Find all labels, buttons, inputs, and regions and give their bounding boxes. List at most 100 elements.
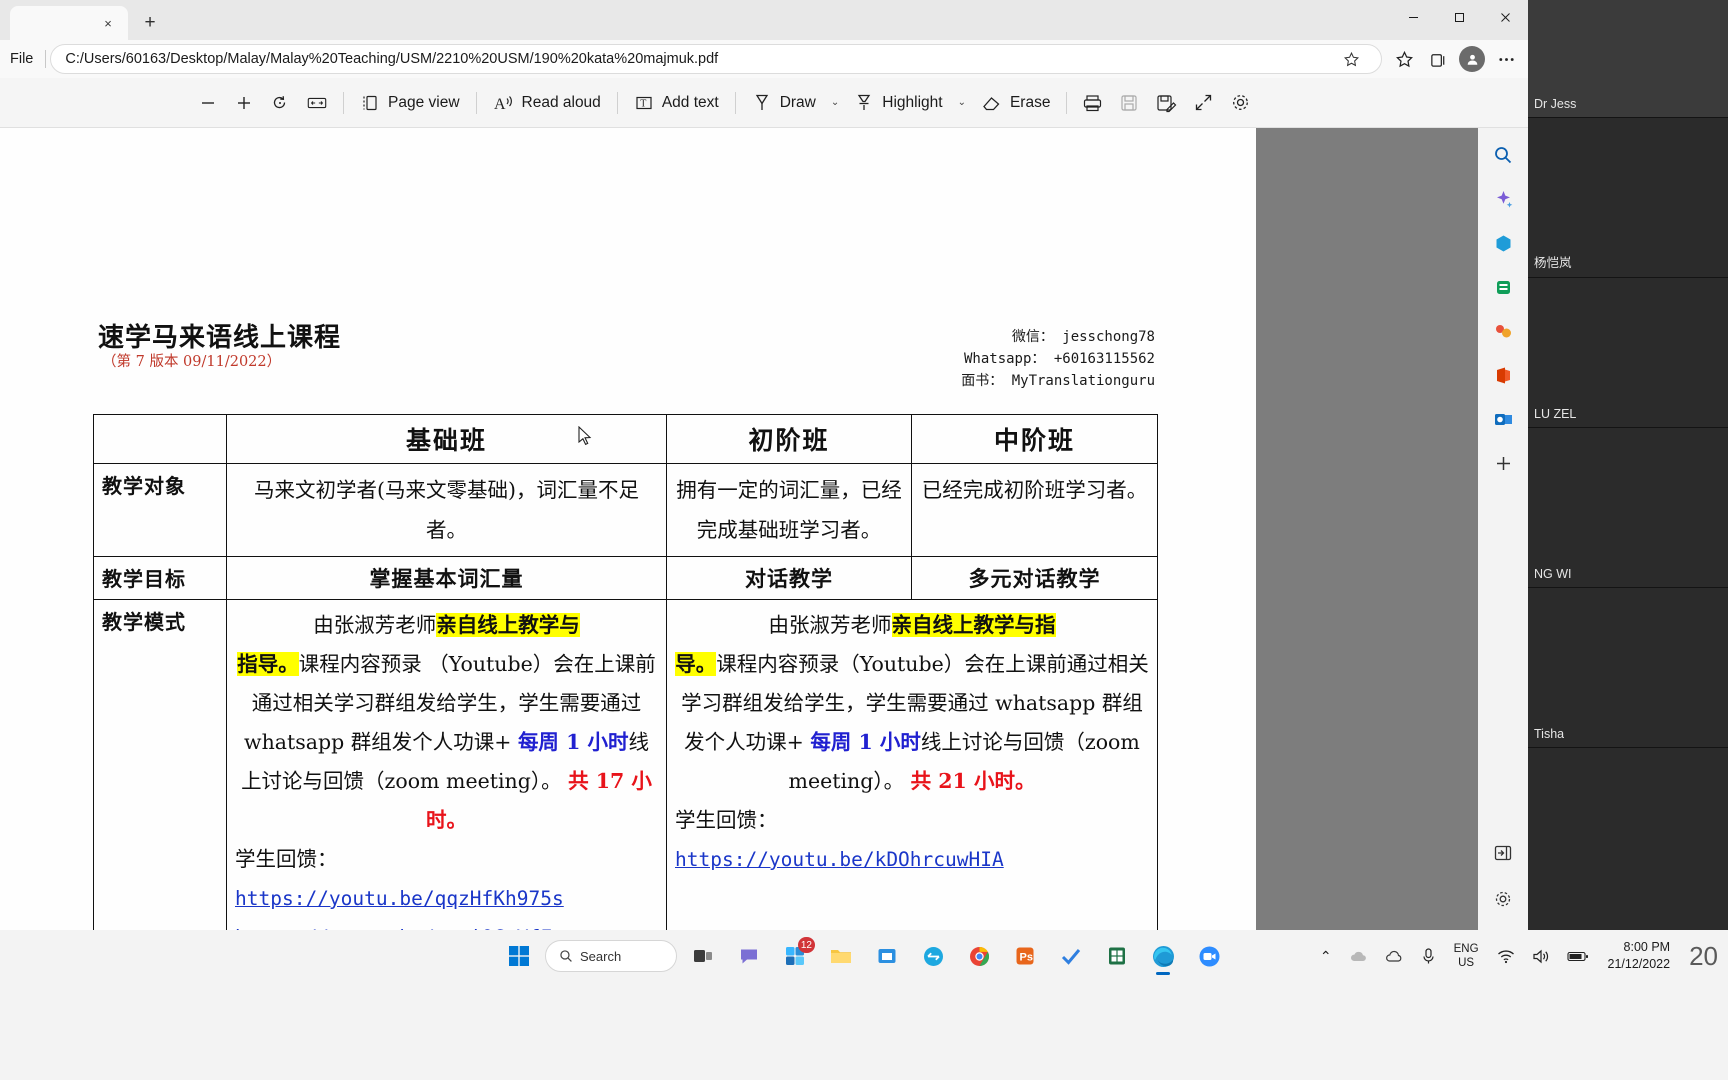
- zoom-in-button[interactable]: [226, 86, 262, 120]
- rail-settings-icon[interactable]: [1486, 882, 1520, 916]
- mode-basic-part2: 课程内容预录: [298, 652, 422, 676]
- document-title: 速学马来语线上课程: [98, 323, 342, 353]
- language-indicator[interactable]: ENG US: [1449, 940, 1484, 972]
- favorites-icon[interactable]: [1388, 44, 1420, 74]
- profile-avatar-icon[interactable]: [1456, 44, 1488, 74]
- sidebar-toggle-icon[interactable]: [1486, 836, 1520, 870]
- toolbar-divider: [475, 91, 477, 114]
- fullscreen-icon[interactable]: [1185, 86, 1222, 120]
- browser-tab[interactable]: ×: [10, 6, 128, 40]
- tray-chevron-up-icon[interactable]: ⌃: [1316, 945, 1336, 968]
- save-icon[interactable]: [1111, 86, 1147, 120]
- highlight-button[interactable]: Highlight: [845, 86, 951, 120]
- erase-button[interactable]: Erase: [972, 86, 1060, 120]
- participant-name: LU ZEL: [1534, 407, 1577, 421]
- search-input[interactable]: Search: [545, 940, 677, 972]
- read-aloud-button[interactable]: A Read aloud: [484, 86, 610, 120]
- store-icon[interactable]: [867, 936, 907, 976]
- participant-tile[interactable]: 杨恺岚: [1528, 118, 1728, 278]
- copilot-icon[interactable]: [1486, 182, 1520, 216]
- task-view-icon[interactable]: [683, 936, 723, 976]
- new-tab-icon[interactable]: +: [134, 8, 166, 38]
- participant-tile[interactable]: Dr Jess: [1528, 0, 1728, 118]
- participant-name: NG WI: [1534, 567, 1572, 581]
- collections-icon[interactable]: [1422, 44, 1454, 74]
- draw-button[interactable]: Draw: [743, 86, 825, 120]
- mode-merged-highlight1: 亲自线上教学与指: [891, 613, 1056, 637]
- participant-name: Tisha: [1534, 727, 1565, 741]
- edge-dev-icon[interactable]: [913, 936, 953, 976]
- url-text: C:/Users/60163/Desktop/Malay/Malay%20Tea…: [65, 51, 719, 67]
- battery-icon[interactable]: [1563, 947, 1593, 966]
- participant-tile[interactable]: NG WI: [1528, 428, 1728, 588]
- file-explorer-icon[interactable]: [821, 936, 861, 976]
- microphone-icon[interactable]: [1417, 944, 1440, 968]
- windows-start-icon[interactable]: [499, 936, 539, 976]
- photoshop-icon[interactable]: Ps: [1005, 936, 1045, 976]
- svg-text:T: T: [640, 98, 646, 109]
- chrome-icon[interactable]: [959, 936, 999, 976]
- row-label-mode: 教学模式: [93, 599, 227, 930]
- cell-goal-basic: 掌握基本词汇量: [226, 556, 667, 600]
- collections-icon[interactable]: [1486, 270, 1520, 304]
- whatsapp-contact: Whatsapp： +60163115562: [963, 351, 1155, 367]
- checkmark-app-icon[interactable]: [1051, 936, 1091, 976]
- highlight-chevron-down-icon[interactable]: ⌄: [952, 97, 972, 108]
- mode-merged-part1: 由张淑芳老师: [768, 613, 892, 637]
- participant-tile[interactable]: [1528, 748, 1728, 930]
- add-text-button[interactable]: T Add text: [625, 86, 728, 120]
- language-bottom: US: [1458, 957, 1475, 969]
- shopping-icon[interactable]: [1486, 226, 1520, 260]
- mode-basic-feedback-link-2[interactable]: https://youtu.be/-ugiQCgYfFo: [235, 918, 658, 930]
- add-icon[interactable]: [1486, 446, 1520, 480]
- clock-time: 8:00 PM: [1623, 940, 1671, 954]
- print-icon[interactable]: [1074, 86, 1111, 120]
- mode-merged-highlight2: 导。: [675, 652, 717, 676]
- mode-basic-weekly-hours: 每周 1 小时: [517, 730, 629, 754]
- clock[interactable]: 8:00 PM 21/12/2022: [1602, 937, 1677, 975]
- games-icon[interactable]: [1486, 314, 1520, 348]
- rotate-icon[interactable]: [262, 86, 298, 120]
- mode-merged-total-hours: 共 21 小时。: [910, 769, 1036, 793]
- url-input[interactable]: C:/Users/60163/Desktop/Malay/Malay%20Tea…: [50, 44, 1382, 74]
- minimize-icon[interactable]: [1390, 0, 1436, 34]
- zoom-icon[interactable]: [1189, 936, 1229, 976]
- office-icon[interactable]: [1486, 358, 1520, 392]
- widgets-icon[interactable]: 12: [775, 936, 815, 976]
- language-top: ENG: [1453, 943, 1479, 955]
- settings-gear-icon[interactable]: [1222, 86, 1259, 120]
- mode-basic-feedback-label: 学生回馈：: [235, 847, 338, 871]
- tab-strip: × +: [0, 0, 1528, 40]
- mode-basic-feedback-link-1[interactable]: https://youtu.be/qqzHfKh975s: [235, 879, 658, 918]
- volume-icon[interactable]: [1528, 946, 1554, 967]
- favorite-star-icon[interactable]: [1335, 45, 1367, 73]
- settings-more-icon[interactable]: [1490, 44, 1522, 74]
- maximize-icon[interactable]: [1436, 0, 1482, 34]
- close-tab-icon[interactable]: ×: [98, 13, 118, 33]
- page-view-button[interactable]: Page view: [351, 86, 469, 120]
- mode-merged-feedback-link-1[interactable]: https://youtu.be/kDOhrcuwHIA: [675, 840, 1149, 879]
- draw-chevron-down-icon[interactable]: ⌄: [825, 97, 845, 108]
- participant-name: Dr Jess: [1534, 97, 1577, 111]
- edge-icon[interactable]: [1143, 936, 1183, 976]
- participant-tile[interactable]: Tisha: [1528, 588, 1728, 748]
- wifi-icon[interactable]: [1493, 946, 1519, 967]
- onedrive-icon[interactable]: [1381, 946, 1408, 967]
- participant-tile[interactable]: LU ZEL: [1528, 278, 1728, 428]
- fit-to-width-icon[interactable]: [298, 86, 336, 120]
- edge-sidebar-rail: [1478, 128, 1528, 930]
- pdf-page[interactable]: 速学马来语线上课程 （第 7 版本 09/11/2022） 微信： jessch…: [0, 128, 1256, 930]
- teams-chat-icon[interactable]: [729, 936, 769, 976]
- cell-goal-middle: 多元对话教学: [911, 556, 1158, 600]
- zoom-out-button[interactable]: [190, 86, 226, 120]
- mode-basic-highlight1: 亲自线上教学与: [436, 613, 580, 637]
- mode-merged-feedback-label: 学生回馈：: [675, 808, 778, 832]
- cloud-icon[interactable]: [1345, 946, 1372, 967]
- search-icon[interactable]: [1486, 138, 1520, 172]
- table-header-row: 基础班 初阶班 中阶班: [93, 414, 1158, 464]
- close-window-icon[interactable]: [1482, 0, 1528, 34]
- excel-icon[interactable]: [1097, 936, 1137, 976]
- window-controls: [1390, 0, 1528, 40]
- outlook-icon[interactable]: [1486, 402, 1520, 436]
- save-as-icon[interactable]: [1147, 86, 1185, 120]
